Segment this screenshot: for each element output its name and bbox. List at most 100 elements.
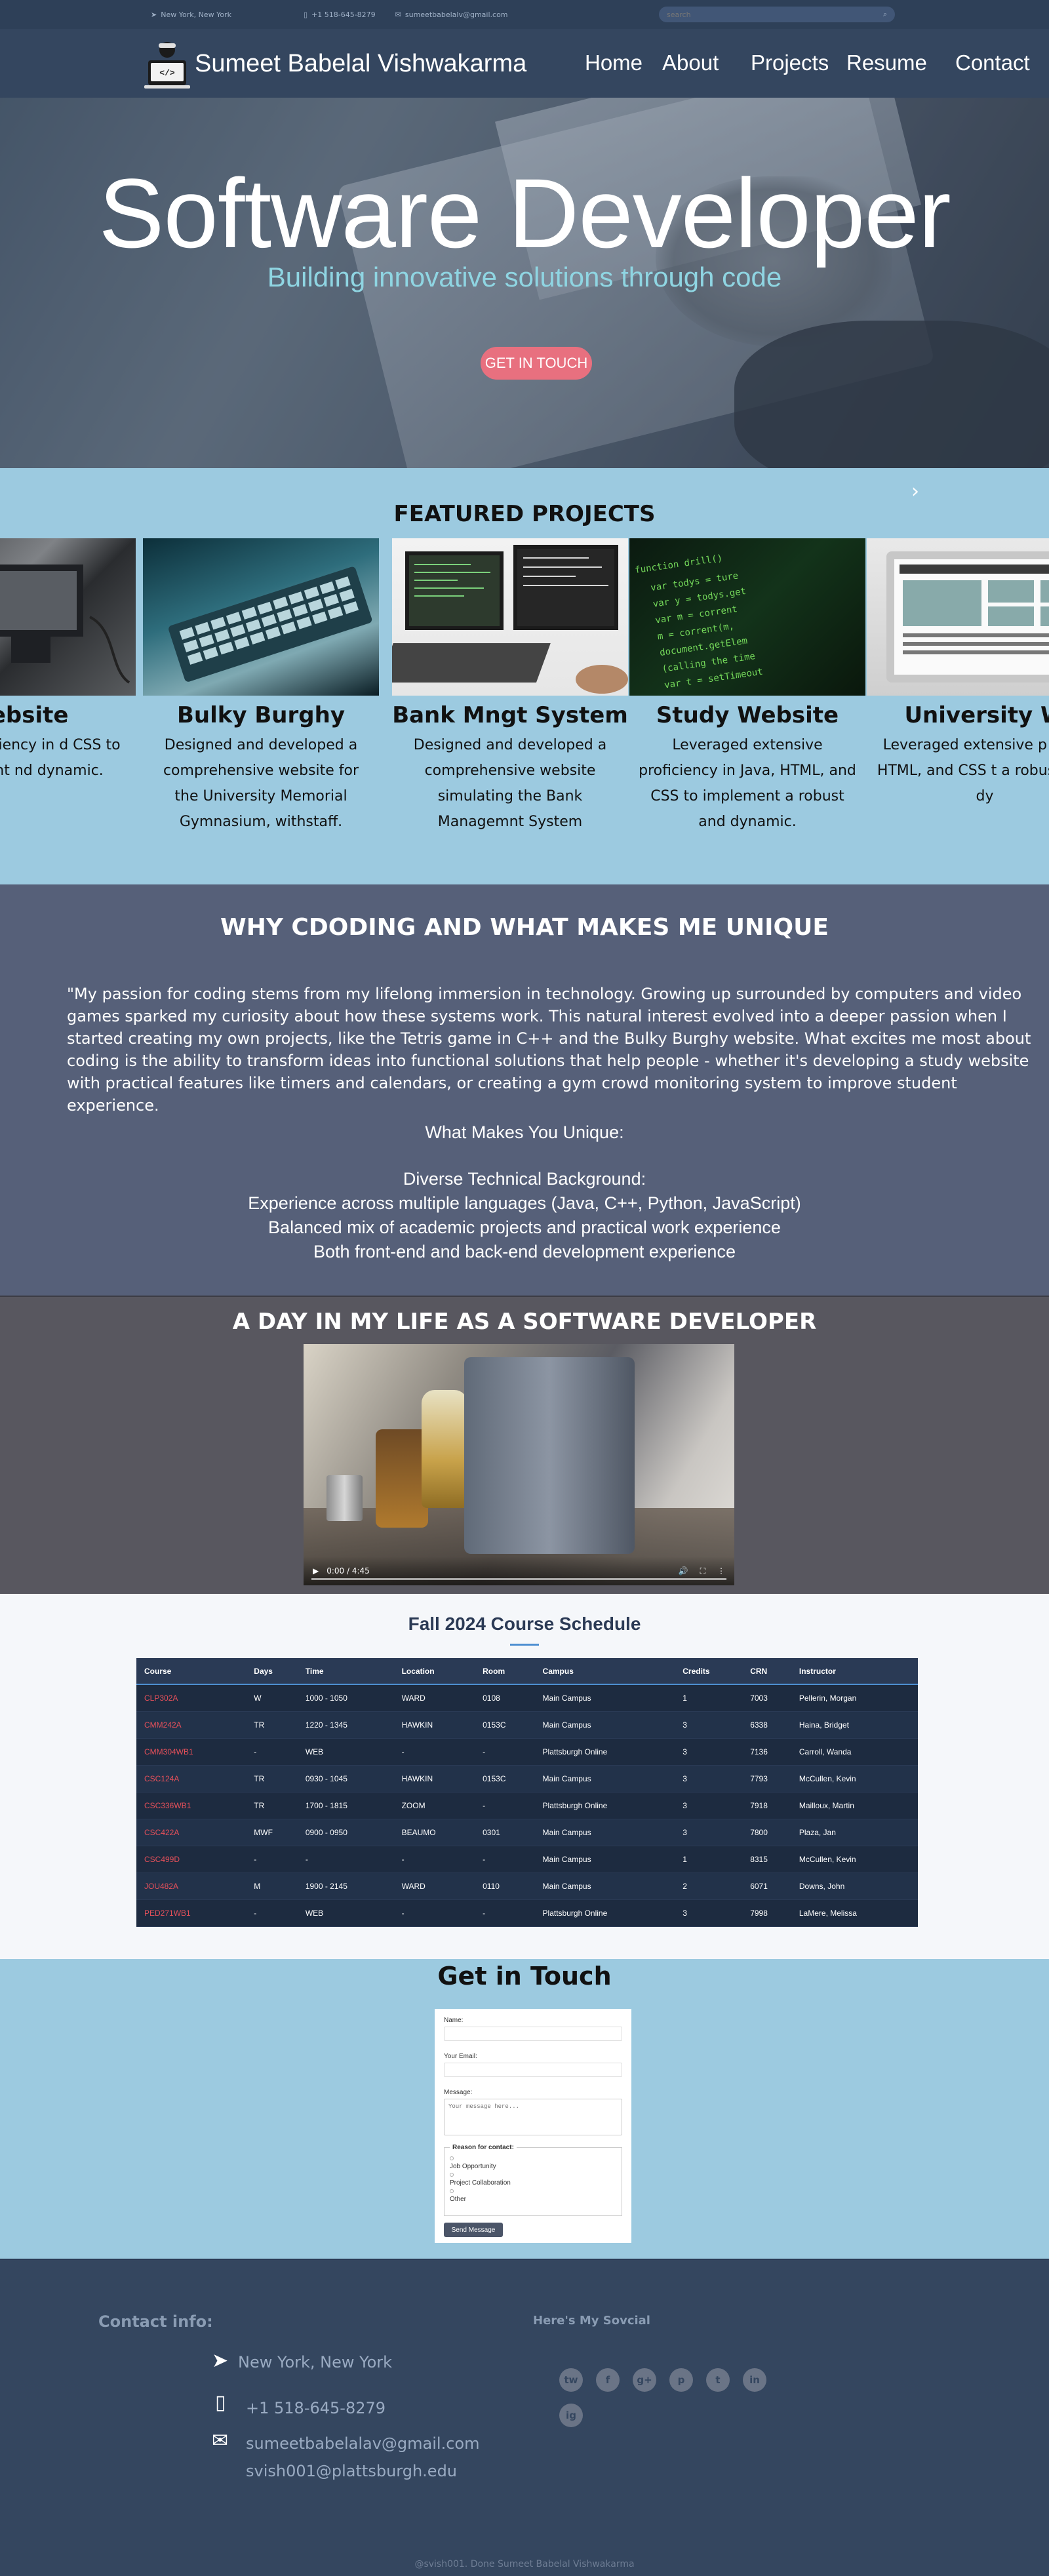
col-room: Room (475, 1658, 535, 1685)
project-image[interactable] (867, 538, 1049, 696)
project-card[interactable]: University W Leveraged extensive p Java,… (867, 538, 1049, 809)
project-desc: Designed and developed a comprehensive w… (413, 737, 607, 830)
table-row: CMM242A TR 1220 - 1345 HAWKIN 0153C Main Camp… (136, 1711, 918, 1739)
volume-icon[interactable]: 🔊 (679, 1566, 688, 1575)
table-cell: WEB (297, 1738, 394, 1766)
table-cell: 0930 - 1045 (297, 1765, 394, 1793)
project-image[interactable]: function drill() var todys = ture var y … (629, 538, 865, 696)
project-card[interactable]: Website nsive proficiency in d CSS to im… (0, 538, 136, 783)
footer-phone[interactable]: +1 518-645-8279 (246, 2399, 386, 2417)
fullscreen-icon[interactable]: ⛶ (700, 1566, 705, 1576)
table-cell: TR (246, 1792, 298, 1819)
project-card[interactable]: Bank Mngt System Designed and developed … (392, 538, 628, 835)
course-code-cell[interactable]: CSC422A (136, 1819, 247, 1846)
course-code-cell[interactable]: CSC336WB1 (136, 1792, 247, 1819)
copyright: @svish001. Done Sumeet Babelal Vishwakar… (414, 2559, 635, 2569)
video-player[interactable]: ▶ 0:00 / 4:45 🔊 ⛶ ⋮ (304, 1344, 734, 1585)
table-cell: Main Campus (534, 1765, 675, 1793)
table-cell: 3 (675, 1899, 743, 1927)
play-icon[interactable]: ▶ (313, 1566, 319, 1575)
unique-point: Diverse Technical Background: (403, 1169, 646, 1189)
course-code-cell[interactable]: PED271WB1 (136, 1899, 247, 1927)
table-cell: 7003 (742, 1684, 791, 1712)
google-plus-icon[interactable]: g+ (633, 2368, 656, 2392)
project-desc: nsive proficiency in d CSS to implement … (0, 737, 121, 779)
unique-point: Both front-end and back-end development … (313, 1242, 736, 1261)
table-cell: WARD (393, 1684, 475, 1712)
tumblr-icon[interactable]: t (706, 2368, 730, 2392)
site-footer: Contact info: Here's My Sovcial ➤ New Yo… (0, 2259, 1049, 2576)
nav-about[interactable]: About (662, 50, 719, 75)
social-title: Here's My Sovcial (533, 2314, 650, 2328)
reason-radio[interactable] (450, 2156, 454, 2160)
message-label: Message: (444, 2089, 473, 2096)
course-code-cell[interactable]: CLP302A (136, 1684, 247, 1712)
course-code-cell[interactable]: CMM304WB1 (136, 1738, 247, 1766)
footer-location: New York, New York (238, 2353, 393, 2371)
video-progress-bar[interactable] (311, 1578, 726, 1580)
search-icon[interactable]: ⌕ (883, 10, 887, 19)
table-cell: - (393, 1846, 475, 1873)
table-cell: - (475, 1899, 535, 1927)
featured-projects-section: › FEATURED PROJECTS Website nsive profic… (0, 468, 1049, 884)
day-title: A DAY IN MY LIFE AS A SOFTWARE DEVELOPER (232, 1309, 817, 1335)
table-cell: 0301 (475, 1819, 535, 1846)
project-image[interactable] (143, 538, 379, 696)
table-cell: - (475, 1792, 535, 1819)
table-row: CSC499D - - - - Main Campus 1 8315 McCullen, Kev… (136, 1846, 918, 1873)
linkedin-icon[interactable]: in (743, 2368, 766, 2392)
nav-resume[interactable]: Resume (846, 50, 927, 75)
top-info-bar: ➤ New York, New York ▯ +1 518-645-8279 ✉… (0, 0, 1049, 29)
contact-info-title: Contact info: (98, 2312, 213, 2331)
reason-radio[interactable] (450, 2189, 454, 2193)
table-cell: - (246, 1899, 298, 1927)
table-row: PED271WB1- WEB - - Plattsburgh Online 3 7998 La… (136, 1899, 918, 1927)
phone-icon: ▯ (303, 10, 308, 19)
nav-projects[interactable]: Projects (751, 50, 829, 75)
project-title: Study Website (656, 702, 839, 728)
video-controls: ▶ 0:00 / 4:45 🔊 ⛶ ⋮ (304, 1556, 734, 1585)
message-field[interactable] (444, 2099, 622, 2135)
email-field[interactable] (444, 2063, 622, 2077)
course-code-cell[interactable]: CSC499D (136, 1846, 247, 1873)
col-time: Time (297, 1658, 394, 1685)
course-code-cell[interactable]: JOU482A (136, 1873, 247, 1900)
footer-email-school[interactable]: svish001@plattsburgh.edu (246, 2462, 457, 2480)
get-in-touch-button[interactable]: GET IN TOUCH (481, 347, 592, 380)
project-card[interactable]: function drill() var todys = ture var y … (629, 538, 865, 835)
site-header: </> Sumeet Babelal Vishwakarma Home Abou… (0, 29, 1049, 98)
course-code-cell[interactable]: CMM242A (136, 1711, 247, 1739)
footer-email[interactable]: sumeetbabelalav@gmail.com (246, 2434, 479, 2453)
cup-image (327, 1475, 363, 1521)
carousel-next-icon[interactable]: › (911, 480, 919, 503)
table-cell: 0110 (475, 1873, 535, 1900)
table-cell: 3 (675, 1765, 743, 1793)
project-image[interactable] (0, 538, 136, 696)
nav-contact[interactable]: Contact (955, 50, 1030, 75)
table-cell: - (297, 1846, 394, 1873)
more-options-icon[interactable]: ⋮ (717, 1566, 725, 1575)
reason-fieldset: Reason for contact: Job Opportunity Proj… (444, 2144, 622, 2216)
instagram-icon[interactable]: ig (559, 2404, 583, 2427)
search-box[interactable]: ⌕ (659, 7, 895, 22)
email-label: Your Email: (444, 2053, 477, 2060)
project-image[interactable] (392, 538, 628, 696)
day-in-life-section: A DAY IN MY LIFE AS A SOFTWARE DEVELOPER… (0, 1296, 1049, 1594)
table-cell: 7800 (742, 1819, 791, 1846)
table-cell: HAWKIN (393, 1765, 475, 1793)
name-field[interactable] (444, 2027, 622, 2041)
reason-radio[interactable] (450, 2173, 454, 2177)
table-cell: - (475, 1846, 535, 1873)
topbar-email: ✉ sumeetbabelalv@gmail.com (395, 10, 508, 19)
project-card[interactable]: Bulky Burghy Designed and developed a co… (143, 538, 379, 835)
pinterest-icon[interactable]: p (669, 2368, 693, 2392)
course-code-cell[interactable]: CSC124A (136, 1765, 247, 1793)
send-message-button[interactable]: Send Message (444, 2223, 503, 2237)
name-label: Name: (444, 2017, 464, 2024)
twitter-icon[interactable]: tw (559, 2368, 583, 2392)
facebook-icon[interactable]: f (596, 2368, 620, 2392)
phone-icon: ▯ (215, 2391, 226, 2414)
nav-home[interactable]: Home (585, 50, 643, 75)
search-input[interactable] (667, 10, 883, 19)
table-cell: Plaza, Jan (791, 1819, 918, 1846)
